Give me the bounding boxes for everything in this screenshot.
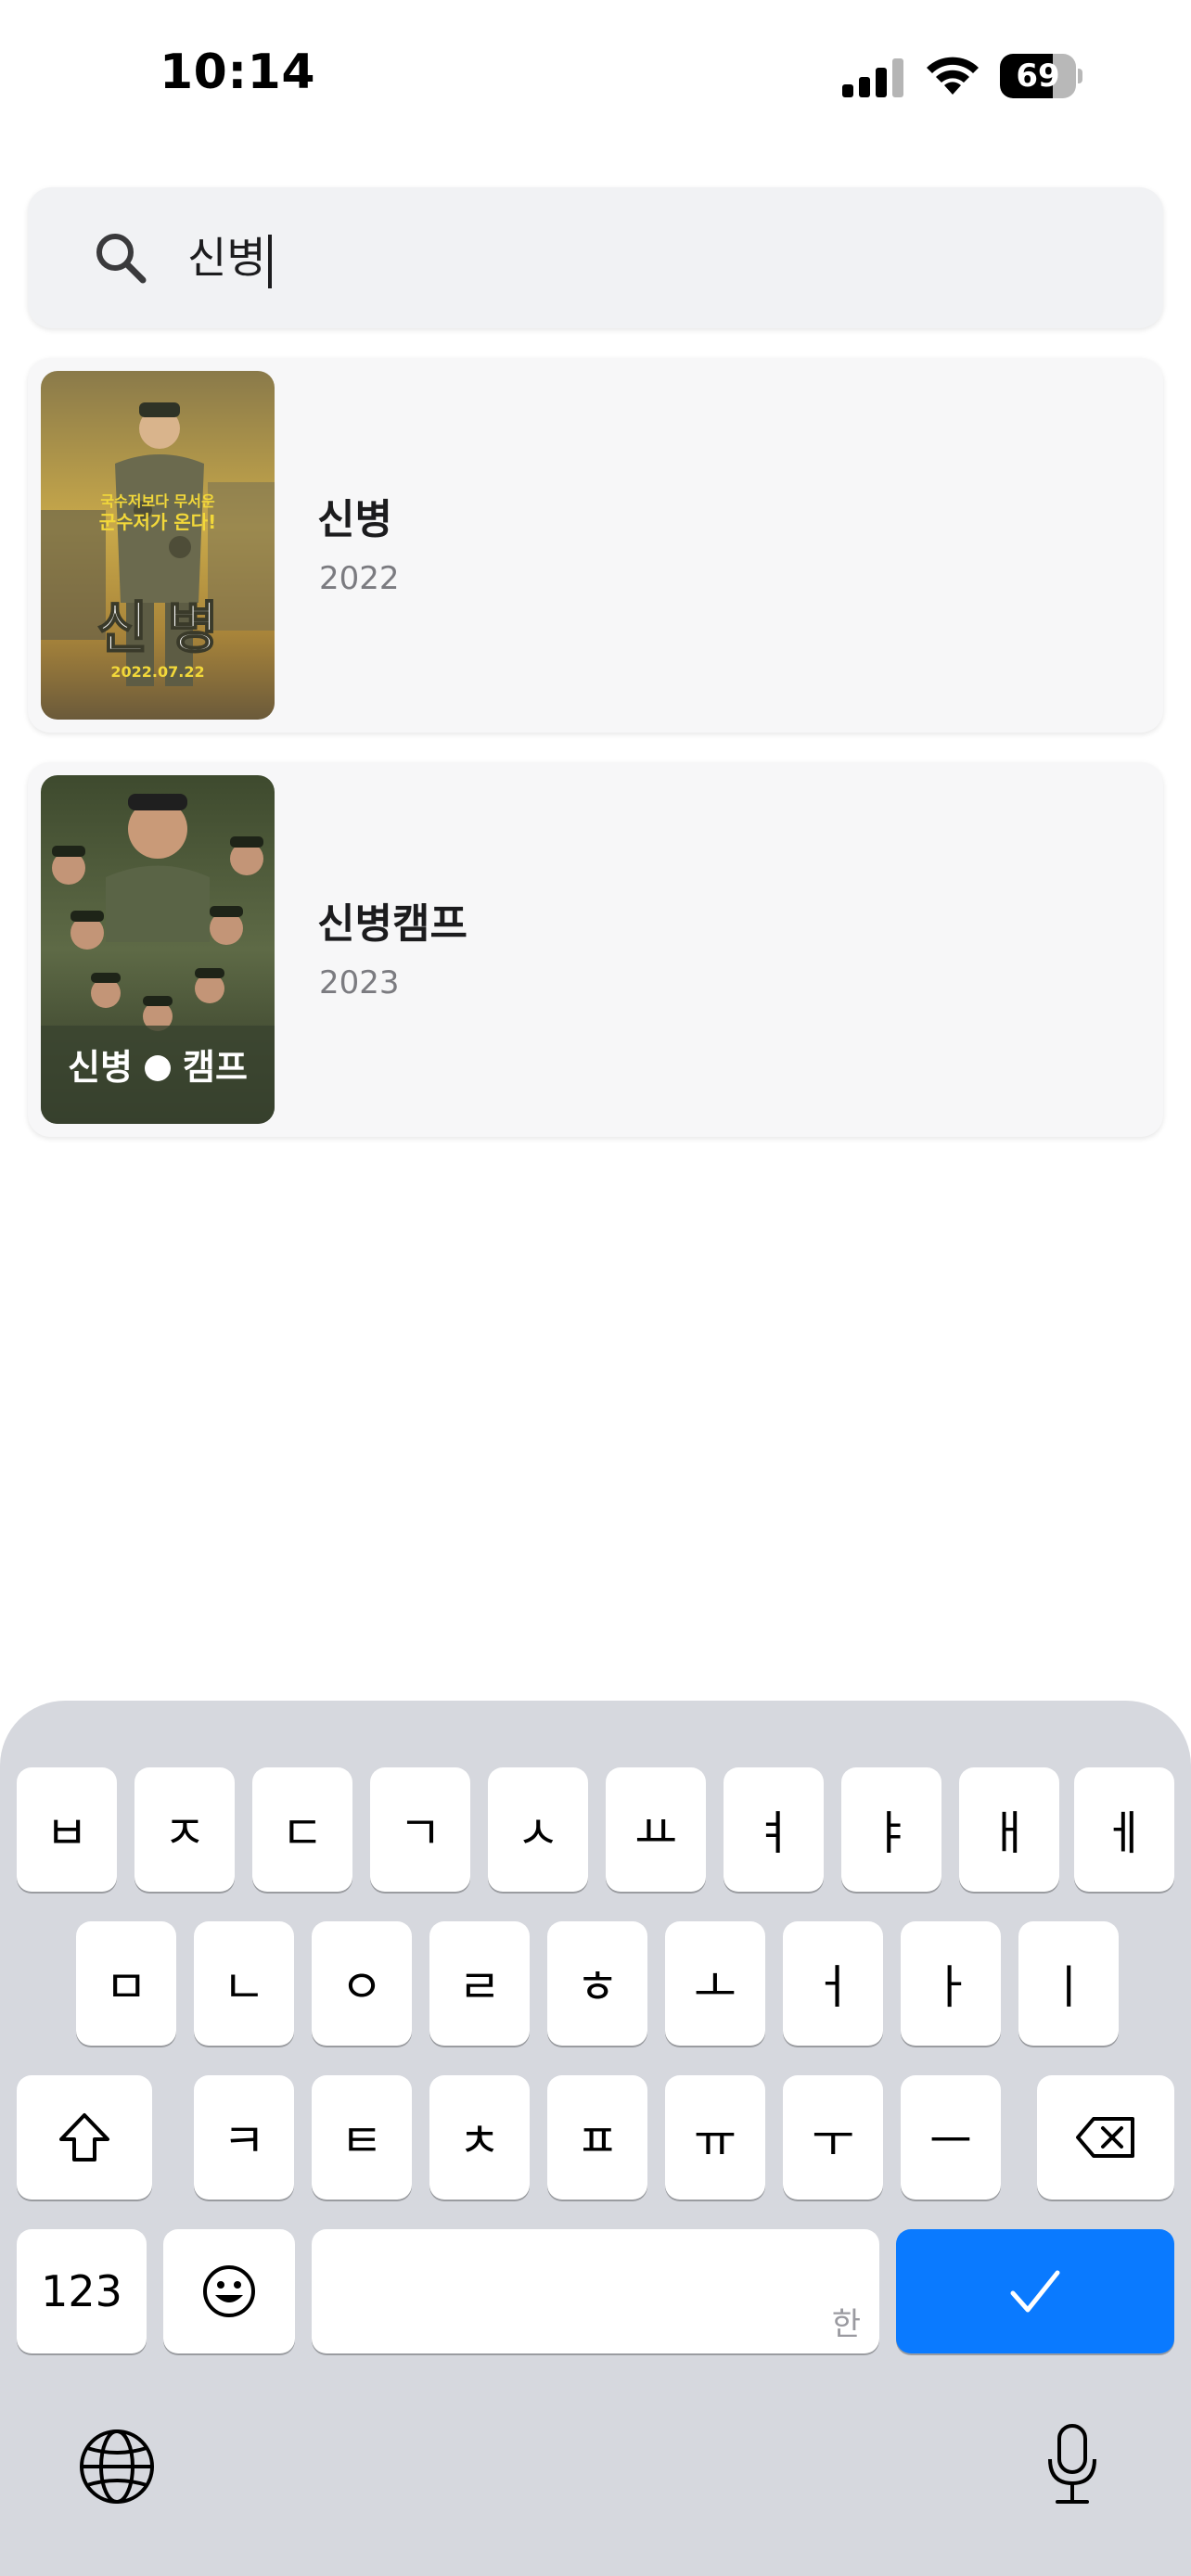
key[interactable]: ㅜ [783, 2075, 883, 2200]
key[interactable]: ㅔ [1074, 1767, 1174, 1892]
key[interactable]: ㅌ [312, 2075, 412, 2200]
wifi-icon [927, 57, 979, 95]
key[interactable]: ㅏ [901, 1921, 1001, 2046]
key[interactable]: ㅅ [488, 1767, 588, 1892]
numbers-key[interactable]: 123 [17, 2229, 147, 2353]
done-key[interactable] [896, 2229, 1174, 2353]
key[interactable]: ㅓ [783, 1921, 883, 2046]
key[interactable]: ㅁ [76, 1921, 176, 2046]
battery-percent: 69 [1016, 57, 1060, 95]
key[interactable]: ㅎ [547, 1921, 647, 2046]
key[interactable]: ㅇ [312, 1921, 412, 2046]
shift-key[interactable] [17, 2075, 152, 2200]
search-result-item[interactable]: 국수저보다 무서운 군수저가 온다! 신 병 2022.07.22 신병 202… [28, 358, 1163, 733]
space-language-hint: 한 [831, 2306, 861, 2343]
result-title: 신병캠프 [317, 900, 467, 948]
key[interactable]: ㄴ [194, 1921, 294, 2046]
key[interactable]: ㅐ [959, 1767, 1059, 1892]
movie-poster-image: 신병 캠프 [41, 775, 275, 1124]
result-title: 신병 [317, 496, 392, 543]
key[interactable]: ㅡ [901, 2075, 1001, 2200]
emoji-icon [203, 2265, 255, 2317]
status-bar: 10:14 69 [0, 0, 1191, 158]
search-result-item[interactable]: 신병 캠프 신병캠프 2023 [28, 762, 1163, 1137]
space-key[interactable]: 한 [312, 2229, 879, 2353]
shift-icon [59, 2113, 109, 2162]
key[interactable]: ㄱ [370, 1767, 470, 1892]
key[interactable]: ㅠ [665, 2075, 765, 2200]
poster-tagline-2: 군수저가 온다! [99, 511, 216, 533]
battery-indicator: 69 [1000, 54, 1082, 98]
search-icon [96, 234, 147, 284]
key[interactable]: ㅋ [194, 2075, 294, 2200]
text-cursor [267, 234, 272, 288]
poster-title-left: 신병 [68, 1047, 133, 1088]
movie-poster-image: 국수저보다 무서운 군수저가 온다! 신 병 2022.07.22 [41, 371, 275, 720]
key[interactable]: ㅂ [17, 1767, 117, 1892]
result-year: 2022 [319, 560, 400, 597]
backspace-icon [1076, 2117, 1134, 2158]
poster-tagline-1: 국수저보다 무서운 [100, 492, 215, 510]
result-year: 2023 [319, 964, 400, 1001]
key[interactable]: ㅈ [134, 1767, 235, 1892]
search-input-value: 신병 [187, 233, 266, 283]
key[interactable]: ㅣ [1018, 1921, 1119, 2046]
globe-icon[interactable] [78, 2428, 156, 2506]
cellular-signal-icon [842, 58, 903, 97]
key[interactable]: ㅊ [429, 2075, 530, 2200]
key[interactable]: ㅑ [841, 1767, 941, 1892]
key[interactable]: ㅍ [547, 2075, 647, 2200]
emoji-key[interactable] [163, 2229, 295, 2353]
key[interactable]: ㅗ [665, 1921, 765, 2046]
key[interactable]: ㄷ [252, 1767, 352, 1892]
search-input[interactable]: 신병 [187, 228, 272, 288]
checkmark-icon [1010, 2270, 1060, 2313]
poster-title: 신 병 [96, 596, 218, 661]
poster-title-right: 캠프 [183, 1047, 248, 1088]
korean-keyboard: ㅂ ㅈ ㄷ ㄱ ㅅ ㅛ ㅕ ㅑ ㅐ ㅔ ㅁ ㄴ ㅇ ㄹ ㅎ ㅗ ㅓ ㅏ ㅣ ㅋ … [0, 1701, 1191, 2576]
delete-key[interactable] [1037, 2075, 1174, 2200]
key[interactable]: ㅛ [606, 1767, 706, 1892]
microphone-icon[interactable] [1044, 2422, 1100, 2507]
poster-date: 2022.07.22 [110, 663, 204, 681]
status-time: 10:14 [160, 45, 316, 100]
search-bar[interactable]: 신병 [28, 187, 1163, 328]
key[interactable]: ㅕ [724, 1767, 824, 1892]
key[interactable]: ㄹ [429, 1921, 530, 2046]
